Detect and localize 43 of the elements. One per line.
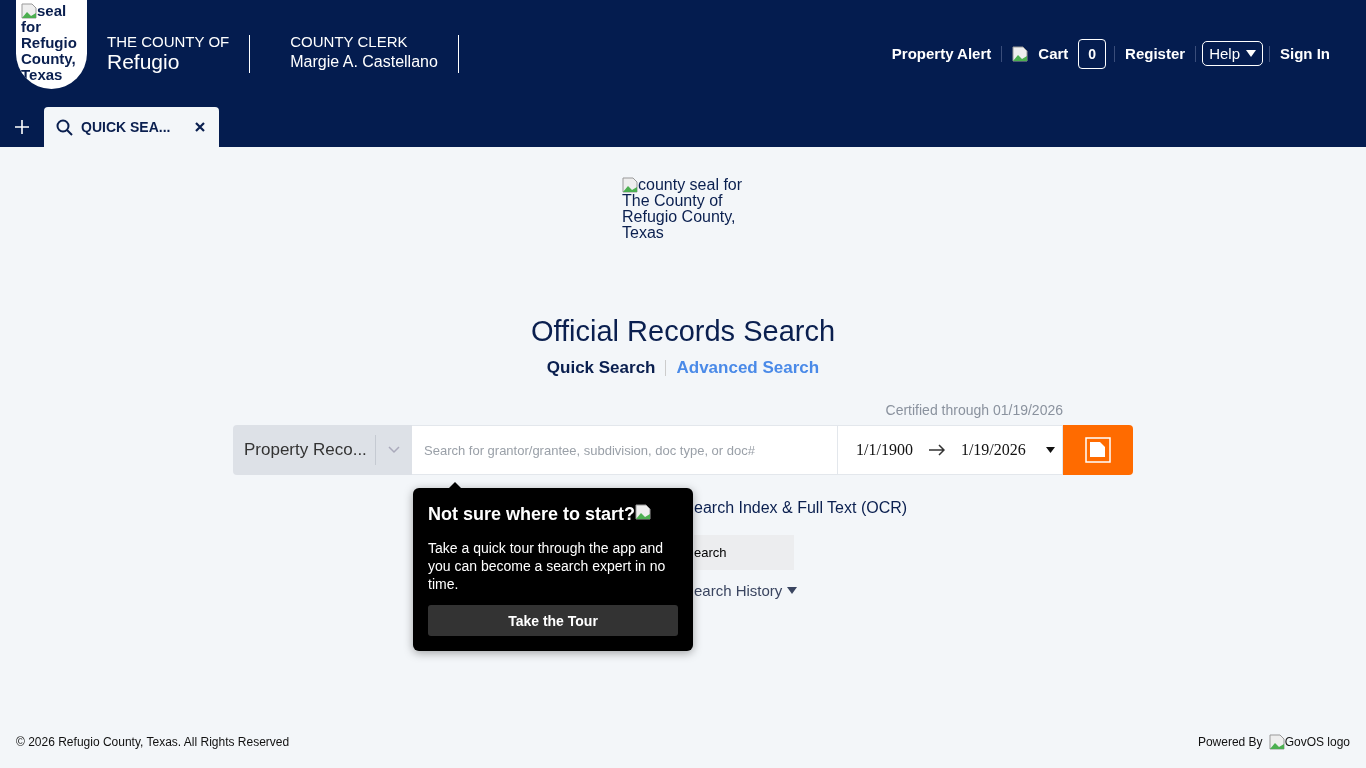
add-tab-icon[interactable]	[15, 120, 29, 134]
search-button[interactable]	[1063, 425, 1133, 475]
broken-image-icon	[1268, 734, 1285, 750]
govos-logo-image: GovOS logo	[1268, 734, 1350, 750]
seal-image: seal for Refugio County, Texas	[16, 0, 87, 89]
secondary-button[interactable]: earch	[694, 535, 794, 570]
copyright-text: © 2026 Refugio County, Texas. All Rights Reserved	[16, 735, 290, 749]
broken-image-icon	[1085, 437, 1111, 463]
broken-image-icon	[622, 177, 638, 193]
nav-link[interactable]: Register	[1115, 45, 1196, 62]
arrow-right-icon	[928, 444, 945, 456]
search-tab[interactable]: QUICK SEA...	[44, 107, 219, 147]
nav-link[interactable]: Property Alert	[881, 45, 1002, 62]
county-seal-image: county seal for The County of Refugio County, Texas	[622, 177, 744, 243]
cart-count: 0	[1078, 38, 1107, 69]
broken-image-icon	[635, 504, 652, 520]
page-title: Official Records Search	[530, 315, 836, 348]
nav-link[interactable]: Sign In	[1270, 45, 1340, 62]
search-mode-link[interactable]: Quick Search	[546, 358, 656, 378]
search-history-toggle[interactable]: earch History	[694, 582, 798, 599]
take-tour-button[interactable]: Take the Tour	[428, 605, 678, 636]
broken-image-icon	[1012, 45, 1029, 62]
chevron-down-icon	[388, 446, 400, 454]
broken-image-icon	[21, 3, 37, 19]
category-select[interactable]: Property Reco...	[233, 425, 412, 475]
date-range-field[interactable]: 1/1/1900 1/19/2026	[838, 425, 1063, 475]
popover-title: Not sure where to start?	[428, 504, 636, 525]
ocr-option-label: earch Index & Full Text (OCR)	[694, 499, 908, 517]
caret-icon	[787, 587, 798, 594]
county-name: Refugio	[107, 51, 181, 73]
cart-link[interactable]: Cart	[1028, 45, 1079, 62]
certified-date: Certified through 01/19/2026	[884, 402, 1064, 418]
office-title: COUNTY CLERK	[290, 33, 409, 51]
caret-icon	[1046, 447, 1055, 453]
search-icon	[56, 118, 73, 136]
help-dropdown[interactable]: Help	[1202, 41, 1263, 66]
search-field[interactable]: Search for grantor/grantee, subdivision, doc type, or doc#	[412, 425, 838, 475]
county-prefix: THE COUNTY OF	[107, 33, 230, 51]
office-holder: Margie A. Castellano	[290, 52, 438, 72]
close-icon[interactable]	[195, 122, 205, 132]
powered-by-text: Powered By	[1197, 735, 1263, 749]
caret-icon	[1246, 50, 1256, 57]
popover-text: Take a quick tour through the app and you can become a search expert in no time.	[428, 539, 667, 593]
